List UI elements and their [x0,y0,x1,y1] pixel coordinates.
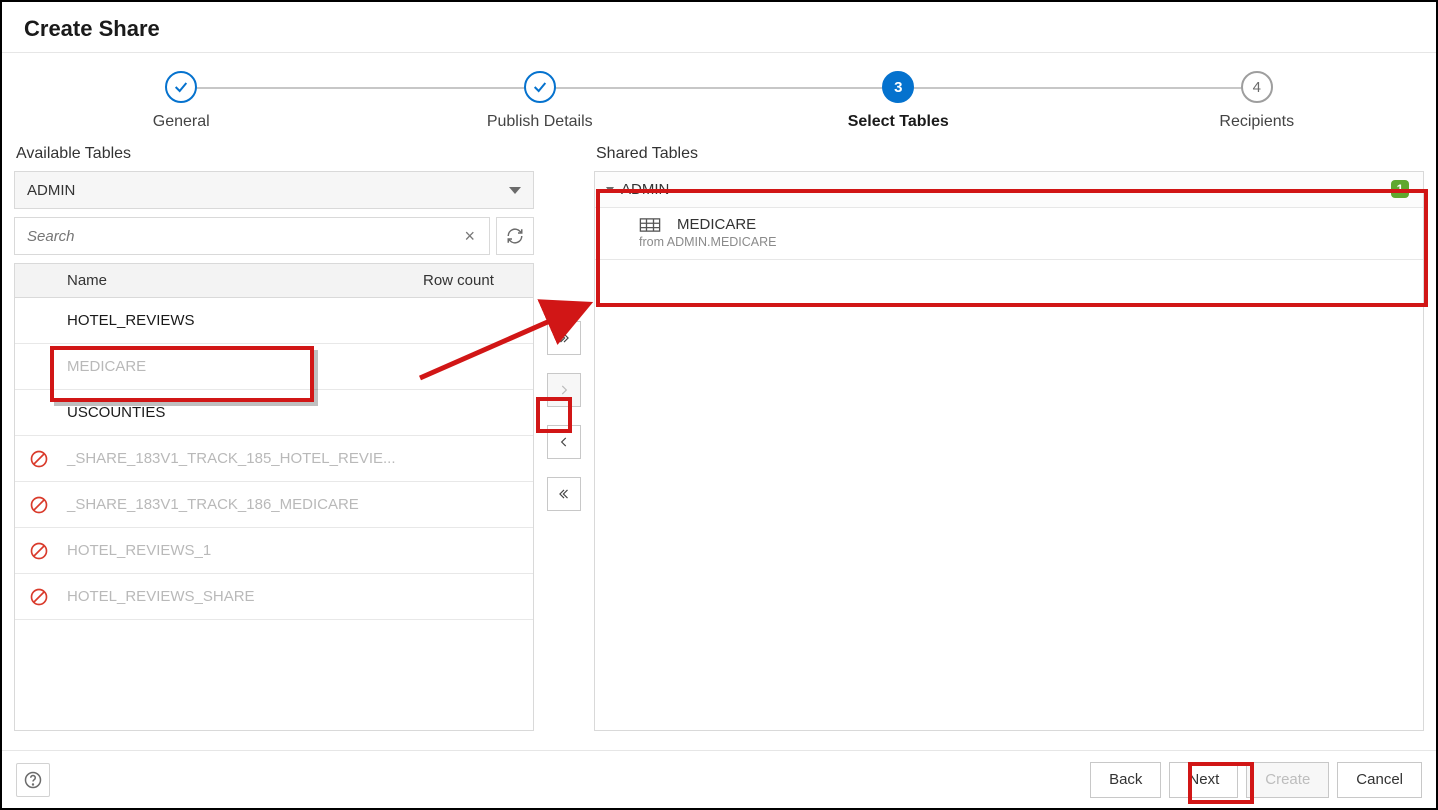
step-label: Publish Details [361,113,720,131]
remove-one-button[interactable] [547,425,581,459]
clear-search-icon[interactable]: × [460,226,479,247]
shared-item-name: MEDICARE [677,216,756,233]
step-label: Recipients [1078,113,1437,131]
add-all-button[interactable] [547,321,581,355]
table-icon [639,218,661,232]
step-label: Select Tables [719,113,1078,131]
table-row[interactable]: MEDICARE [15,344,533,390]
table-row[interactable]: HOTEL_REVIEWS [15,298,533,344]
count-badge: 1 [1391,180,1409,198]
chevron-right-icon [557,383,571,397]
refresh-button[interactable] [496,217,534,255]
chevron-double-left-icon [557,487,571,501]
help-icon [24,771,42,789]
step-number-icon: 3 [882,71,914,103]
table-row: HOTEL_REVIEWS_SHARE [15,574,533,620]
shared-tables-tree: ADMIN 1 MEDICARE from ADMIN.MEDICARE [594,171,1424,731]
forbidden-icon [29,449,49,469]
step-number-icon: 4 [1241,71,1273,103]
search-input[interactable] [25,227,460,246]
table-row: _SHARE_183V1_TRACK_185_HOTEL_REVIE... [15,436,533,482]
create-button: Create [1246,762,1329,798]
column-header-name[interactable]: Name [63,272,423,289]
shared-group-header[interactable]: ADMIN 1 [595,172,1423,208]
forbidden-icon [29,587,49,607]
available-tables-label: Available Tables [14,141,534,171]
shared-group-name: ADMIN [621,181,669,198]
shared-tables-label: Shared Tables [594,141,1424,171]
help-button[interactable] [16,763,50,797]
chevron-down-icon [509,187,521,194]
step-publish-details[interactable]: Publish Details [361,71,720,131]
table-row[interactable]: USCOUNTIES [15,390,533,436]
expand-icon [606,187,614,193]
add-one-button[interactable] [547,373,581,407]
next-button[interactable]: Next [1169,762,1238,798]
available-tables-grid: Name Row count HOTEL_REVIEWS MEDICARE US… [14,263,534,731]
remove-all-button[interactable] [547,477,581,511]
check-icon [165,71,197,103]
check-icon [524,71,556,103]
back-button[interactable]: Back [1090,762,1161,798]
page-title: Create Share [2,2,1436,53]
table-row: HOTEL_REVIEWS_1 [15,528,533,574]
search-input-wrapper: × [14,217,490,255]
shared-table-item[interactable]: MEDICARE from ADMIN.MEDICARE [595,208,1423,260]
step-general[interactable]: General [2,71,361,131]
schema-select[interactable]: ADMIN [14,171,534,209]
forbidden-icon [29,495,49,515]
column-header-rowcount[interactable]: Row count [423,272,533,289]
table-row: _SHARE_183V1_TRACK_186_MEDICARE [15,482,533,528]
step-recipients[interactable]: 4 Recipients [1078,71,1437,131]
chevron-left-icon [557,435,571,449]
stepper: General Publish Details 3 Select Tables … [2,53,1436,141]
schema-select-value: ADMIN [27,182,75,199]
shared-item-source: from ADMIN.MEDICARE [639,235,1411,249]
forbidden-icon [29,541,49,561]
step-select-tables[interactable]: 3 Select Tables [719,71,1078,131]
cancel-button[interactable]: Cancel [1337,762,1422,798]
refresh-icon [506,227,524,245]
chevron-double-right-icon [557,331,571,345]
step-label: General [2,113,361,131]
